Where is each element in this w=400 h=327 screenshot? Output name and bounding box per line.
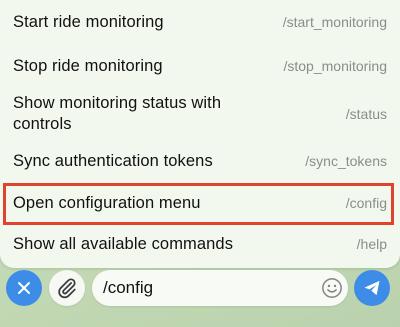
smiley-icon[interactable] [321, 277, 343, 299]
command-item-start-monitoring[interactable]: Start ride monitoring /start_monitoring [0, 10, 400, 34]
command-item-help[interactable]: Show all available commands /help [0, 232, 400, 256]
command-label: Open configuration menu [13, 193, 201, 212]
command-suggestions-panel: Start ride monitoring /start_monitoring … [0, 0, 400, 268]
paperclip-icon [58, 278, 76, 299]
message-input-bar [0, 268, 400, 327]
command-name: /stop_monitoring [283, 58, 387, 74]
command-name: /help [356, 236, 387, 252]
command-item-status[interactable]: Show monitoring status with controls /st… [0, 92, 400, 136]
send-icon [364, 280, 380, 296]
command-item-config[interactable]: Open configuration menu /config [0, 188, 400, 218]
close-icon [18, 282, 30, 294]
attach-button[interactable] [49, 270, 85, 306]
command-name: /sync_tokens [305, 153, 387, 169]
command-item-sync-tokens[interactable]: Sync authentication tokens /sync_tokens [0, 149, 400, 173]
command-label: Show monitoring status with controls [13, 94, 222, 133]
command-label: Show all available commands [13, 234, 234, 253]
message-input[interactable] [103, 276, 308, 300]
message-field [92, 270, 348, 306]
command-item-stop-monitoring[interactable]: Stop ride monitoring /stop_monitoring [0, 54, 400, 78]
command-name: /start_monitoring [282, 14, 387, 30]
command-name: /config [345, 195, 387, 211]
close-button[interactable] [6, 270, 42, 306]
command-label: Sync authentication tokens [13, 151, 213, 170]
command-name: /status [345, 106, 387, 122]
send-button[interactable] [354, 270, 390, 306]
command-label: Stop ride monitoring [13, 56, 163, 75]
command-label: Start ride monitoring [13, 12, 164, 31]
